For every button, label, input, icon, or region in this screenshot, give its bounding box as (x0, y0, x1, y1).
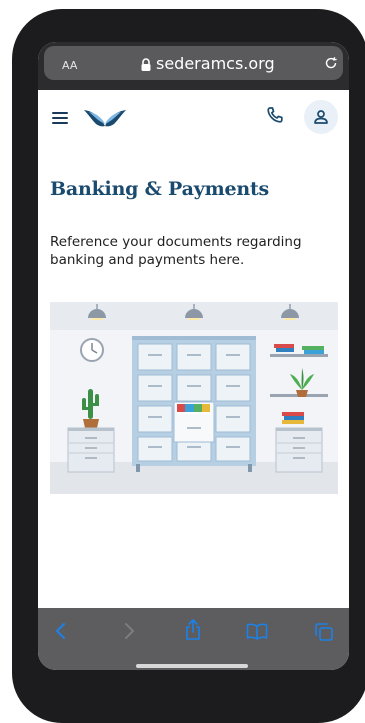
filing-cabinet (132, 336, 256, 472)
reload-icon[interactable] (324, 56, 338, 70)
wall-clock-icon (80, 338, 104, 362)
hamburger-menu-icon[interactable] (52, 112, 68, 124)
drawer-unit-left (67, 427, 115, 473)
account-button[interactable] (304, 100, 338, 134)
drawer-unit-right (275, 427, 323, 473)
book-stack-icon (282, 412, 304, 424)
forward-icon[interactable] (122, 622, 136, 640)
browser-toolbar (38, 608, 349, 670)
url-field[interactable]: AA sederamcs.org (44, 46, 343, 80)
bookmarks-icon[interactable] (246, 622, 268, 640)
browser-address-bar: AA sederamcs.org (38, 42, 349, 90)
text-size-button[interactable]: AA (62, 59, 77, 72)
home-indicator[interactable] (136, 664, 248, 668)
share-icon[interactable] (184, 619, 202, 641)
filing-cabinet-illustration (50, 302, 338, 494)
tabs-icon[interactable] (314, 622, 334, 642)
page-title: Banking & Payments (50, 178, 270, 200)
back-icon[interactable] (54, 622, 68, 640)
site-header (38, 90, 349, 140)
wings-logo[interactable] (84, 106, 126, 128)
lock-icon (141, 58, 151, 71)
url-text: sederamcs.org (156, 54, 275, 73)
user-icon (314, 110, 328, 124)
page-description: Reference your documents regarding banki… (50, 234, 302, 268)
phone-icon[interactable] (266, 106, 284, 124)
phone-screen: AA sederamcs.org Banking & Payments Refe… (38, 42, 349, 670)
